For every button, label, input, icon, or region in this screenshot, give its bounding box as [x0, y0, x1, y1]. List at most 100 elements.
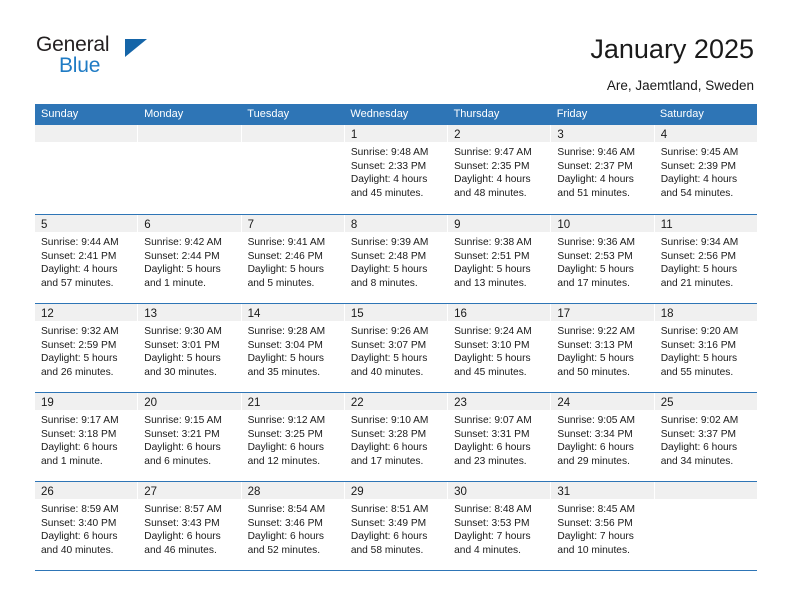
daylight-text-line2: and 1 minute. — [144, 277, 207, 289]
calendar-day-cell[interactable]: 1 Sunrise: 9:48 AM Sunset: 2:33 PM Daylight… — [344, 125, 449, 214]
daylight-text-line1: Daylight: 6 hours — [454, 442, 531, 454]
calendar-day-cell[interactable]: 14 Sunrise: 9:28 AM Sunset: 3:04 PM Dayligh… — [241, 304, 345, 392]
calendar-day-cell[interactable]: 18 Sunrise: 9:20 AM Sunset: 3:16 PM Dayligh… — [654, 304, 757, 392]
calendar-day-cell[interactable]: 6 Sunrise: 9:42 AM Sunset: 2:44 PM Daylight… — [138, 215, 242, 303]
calendar-day-cell[interactable]: 13 Sunrise: 9:30 AM Sunset: 3:01 PM Dayligh… — [138, 304, 242, 392]
sunset-text: Sunset: 2:37 PM — [557, 160, 633, 172]
sunset-text: Sunset: 2:48 PM — [350, 250, 427, 262]
sunset-text: Sunset: 2:41 PM — [41, 250, 117, 262]
calendar-day-cell[interactable]: 19 Sunrise: 9:17 AM Sunset: 3:18 PM Dayligh… — [35, 393, 139, 481]
logo-text-blue: Blue — [59, 54, 101, 77]
sunrise-text: Sunrise: 9:12 AM — [247, 415, 326, 426]
sunset-text: Sunset: 3:28 PM — [350, 428, 427, 440]
day-number: 3 — [557, 129, 564, 141]
calendar-day-cell[interactable]: 25 Sunrise: 9:02 AM Sunset: 3:37 PM Dayligh… — [654, 393, 757, 481]
sunrise-text: Sunrise: 9:05 AM — [557, 415, 635, 426]
weekday-header-friday: Friday — [556, 108, 588, 120]
sunrise-text: Sunrise: 9:39 AM — [350, 237, 429, 248]
calendar-day-cell[interactable]: 11 Sunrise: 9:34 AM Sunset: 2:56 PM Dayligh… — [654, 215, 757, 303]
calendar-day-cell[interactable]: 16 Sunrise: 9:24 AM Sunset: 3:10 PM Dayligh… — [448, 304, 552, 392]
sunset-text: Sunset: 3:37 PM — [660, 428, 737, 440]
day-number-band: 20 — [138, 393, 241, 410]
calendar-week-row: 12 Sunrise: 9:32 AM Sunset: 2:59 PM Dayligh… — [35, 304, 757, 393]
daylight-text-line2: and 23 minutes. — [454, 455, 527, 467]
calendar-day-cell[interactable]: 10 Sunrise: 9:36 AM Sunset: 2:53 PM Dayligh… — [551, 215, 655, 303]
calendar-weeks: 1 Sunrise: 9:48 AM Sunset: 2:33 PM Daylight… — [35, 125, 757, 571]
sunrise-text: Sunrise: 8:57 AM — [144, 504, 222, 515]
calendar-day-cell[interactable]: 3 Sunrise: 9:46 AM Sunset: 2:37 PM Daylight… — [551, 125, 655, 214]
day-number: 13 — [144, 308, 158, 320]
calendar-day-cell[interactable]: 15 Sunrise: 9:26 AM Sunset: 3:07 PM Dayligh… — [344, 304, 449, 392]
day-number: 4 — [660, 129, 668, 141]
calendar-day-cell[interactable]: 20 Sunrise: 9:15 AM Sunset: 3:21 PM Dayligh… — [138, 393, 242, 481]
sun-info: Sunrise: 9:34 AM Sunset: 2:56 PM Daylight:… — [655, 232, 757, 290]
calendar-day-cell[interactable]: 5 Sunrise: 9:44 AM Sunset: 2:41 PM Daylight… — [35, 215, 139, 303]
sunrise-text: Sunrise: 9:47 AM — [454, 147, 532, 158]
sunrise-text: Sunrise: 8:51 AM — [350, 504, 429, 515]
daylight-text-line2: and 30 minutes. — [144, 366, 217, 378]
calendar-day-cell[interactable]: 27 Sunrise: 8:57 AM Sunset: 3:43 PM Dayligh… — [138, 482, 242, 570]
calendar-day-cell[interactable]: 8 Sunrise: 9:39 AM Sunset: 2:48 PM Daylight… — [344, 215, 449, 303]
general-blue-logo: General Blue — [36, 33, 166, 81]
day-number: 31 — [557, 486, 571, 498]
daylight-text-line2: and 34 minutes. — [660, 455, 734, 467]
day-number-band: 9 — [448, 215, 551, 232]
daylight-text-line1: Daylight: 5 hours — [557, 264, 634, 276]
calendar-day-cell[interactable]: 22 Sunrise: 9:10 AM Sunset: 3:28 PM Dayligh… — [344, 393, 449, 481]
daylight-text-line2: and 35 minutes. — [247, 366, 321, 378]
day-number: 7 — [247, 219, 254, 231]
daylight-text-line1: Daylight: 4 hours — [41, 264, 118, 276]
daylight-text-line1: Daylight: 5 hours — [660, 264, 738, 276]
daylight-text-line2: and 1 minute. — [41, 455, 103, 467]
calendar-day-cell[interactable]: 17 Sunrise: 9:22 AM Sunset: 3:13 PM Dayligh… — [551, 304, 655, 392]
day-number: 21 — [247, 397, 261, 409]
calendar-day-cell[interactable]: 24 Sunrise: 9:05 AM Sunset: 3:34 PM Dayligh… — [551, 393, 655, 481]
calendar-day-cell[interactable]: 31 Sunrise: 8:45 AM Sunset: 3:56 PM Dayligh… — [551, 482, 655, 570]
sun-info: Sunrise: 9:48 AM Sunset: 2:33 PM Daylight:… — [345, 142, 447, 200]
calendar-day-cell[interactable]: 21 Sunrise: 9:12 AM Sunset: 3:25 PM Dayligh… — [241, 393, 345, 481]
day-number: 6 — [144, 219, 151, 231]
sunset-text: Sunset: 2:56 PM — [660, 250, 737, 262]
day-number-band — [138, 125, 241, 142]
calendar-day-cell[interactable]: 23 Sunrise: 9:07 AM Sunset: 3:31 PM Dayligh… — [448, 393, 552, 481]
calendar-day-cell[interactable]: 29 Sunrise: 8:51 AM Sunset: 3:49 PM Dayligh… — [344, 482, 449, 570]
day-number: 22 — [350, 397, 364, 409]
day-number: 23 — [454, 397, 467, 409]
location-subtitle: Are, Jaemtland, Sweden — [606, 78, 754, 93]
sun-info: Sunrise: 9:47 AM Sunset: 2:35 PM Daylight:… — [448, 142, 550, 200]
daylight-text-line2: and 8 minutes. — [350, 277, 418, 289]
daylight-text-line1: Daylight: 6 hours — [247, 531, 325, 543]
calendar-day-cell[interactable]: 4 Sunrise: 9:45 AM Sunset: 2:39 PM Daylight… — [654, 125, 757, 214]
calendar-day-cell[interactable]: 12 Sunrise: 9:32 AM Sunset: 2:59 PM Dayligh… — [35, 304, 139, 392]
calendar-day-cell[interactable]: 28 Sunrise: 8:54 AM Sunset: 3:46 PM Dayligh… — [241, 482, 345, 570]
daylight-text-line1: Daylight: 6 hours — [557, 442, 634, 454]
sunrise-text: Sunrise: 8:48 AM — [454, 504, 532, 515]
daylight-text-line1: Daylight: 5 hours — [247, 264, 325, 276]
daylight-text-line1: Daylight: 6 hours — [41, 531, 118, 543]
daylight-text-line2: and 48 minutes. — [454, 187, 527, 199]
day-number-band: 10 — [551, 215, 654, 232]
sun-info: Sunrise: 9:12 AM Sunset: 3:25 PM Daylight:… — [242, 410, 344, 468]
sunset-text: Sunset: 2:51 PM — [454, 250, 530, 262]
calendar-day-cell[interactable]: 9 Sunrise: 9:38 AM Sunset: 2:51 PM Daylight… — [448, 215, 552, 303]
calendar-day-cell[interactable]: 30 Sunrise: 8:48 AM Sunset: 3:53 PM Dayligh… — [448, 482, 552, 570]
day-number-band: 8 — [344, 215, 448, 232]
calendar-day-cell[interactable]: 2 Sunrise: 9:47 AM Sunset: 2:35 PM Daylight… — [448, 125, 552, 214]
calendar-day-cell[interactable]: 26 Sunrise: 8:59 AM Sunset: 3:40 PM Dayligh… — [35, 482, 139, 570]
sunrise-text: Sunrise: 9:24 AM — [454, 326, 532, 337]
day-number: 5 — [41, 219, 48, 231]
daylight-text-line1: Daylight: 5 hours — [144, 264, 221, 276]
day-number-band: 22 — [344, 393, 448, 410]
page-header: General Blue January 2025 Are, Jaemtland… — [0, 0, 792, 100]
daylight-text-line2: and 51 minutes. — [557, 187, 630, 199]
sunrise-text: Sunrise: 8:59 AM — [41, 504, 119, 515]
sunset-text: Sunset: 3:04 PM — [247, 339, 323, 351]
day-number-band: 5 — [35, 215, 138, 232]
day-number: 28 — [247, 486, 261, 498]
calendar-day-cell[interactable]: 7 Sunrise: 9:41 AM Sunset: 2:46 PM Daylight… — [241, 215, 345, 303]
sunrise-text: Sunrise: 9:45 AM — [660, 147, 739, 158]
sunrise-text: Sunrise: 9:07 AM — [454, 415, 532, 426]
day-number: 2 — [454, 129, 461, 141]
sun-info: Sunrise: 9:22 AM Sunset: 3:13 PM Daylight:… — [551, 321, 653, 379]
sunset-text: Sunset: 2:35 PM — [454, 160, 530, 172]
